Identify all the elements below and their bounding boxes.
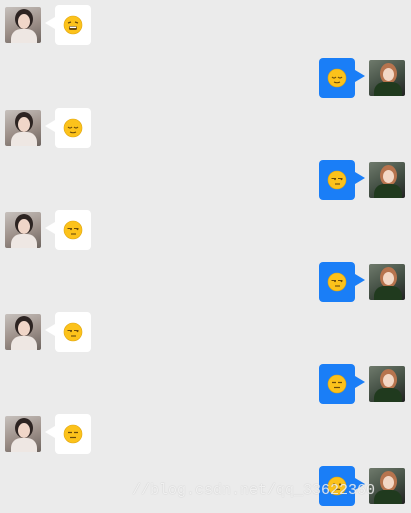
- bubble-tail: [45, 222, 55, 234]
- message-row-incoming: [0, 312, 411, 352]
- expressionless-face-emoji: [63, 424, 83, 444]
- relieved-face-emoji: [63, 118, 83, 138]
- bubble-tail: [355, 172, 365, 184]
- bubble-tail: [45, 17, 55, 29]
- message-row-outgoing: [0, 262, 411, 302]
- message-bubble[interactable]: [55, 210, 91, 250]
- message-row-incoming: [0, 210, 411, 250]
- message-bubble[interactable]: [55, 108, 91, 148]
- message-bubble[interactable]: [319, 160, 355, 200]
- message-bubble[interactable]: [319, 262, 355, 302]
- weary-face-emoji: [63, 15, 83, 35]
- expressionless-face-emoji: [327, 374, 347, 394]
- user-avatar[interactable]: [369, 264, 405, 300]
- bubble-tail: [45, 120, 55, 132]
- relieved-face-emoji: [327, 68, 347, 88]
- message-row-incoming: [0, 414, 411, 454]
- unamused-face-emoji: [327, 170, 347, 190]
- contact-avatar[interactable]: [5, 416, 41, 452]
- message-row-outgoing: [0, 58, 411, 98]
- contact-avatar[interactable]: [5, 314, 41, 350]
- unamused-face-emoji: [63, 220, 83, 240]
- message-bubble[interactable]: [55, 312, 91, 352]
- unamused-face-emoji: [63, 322, 83, 342]
- message-bubble[interactable]: [55, 5, 91, 45]
- contact-avatar[interactable]: [5, 110, 41, 146]
- unamused-face-emoji: [327, 272, 347, 292]
- user-avatar[interactable]: [369, 60, 405, 96]
- user-avatar[interactable]: [369, 366, 405, 402]
- message-row-incoming: [0, 108, 411, 148]
- watermark-text: //blog.csdn.net/qq_33622360: [132, 482, 376, 499]
- message-row-outgoing: [0, 160, 411, 200]
- bubble-tail: [355, 274, 365, 286]
- contact-avatar[interactable]: [5, 7, 41, 43]
- user-avatar[interactable]: [369, 162, 405, 198]
- bubble-tail: [45, 324, 55, 336]
- chat-message-list[interactable]: [0, 0, 411, 513]
- message-row-outgoing: [0, 364, 411, 404]
- message-bubble[interactable]: [55, 414, 91, 454]
- contact-avatar[interactable]: [5, 212, 41, 248]
- bubble-tail: [355, 70, 365, 82]
- bubble-tail: [355, 376, 365, 388]
- bubble-tail: [45, 426, 55, 438]
- message-row-incoming: [0, 5, 411, 45]
- message-bubble[interactable]: [319, 58, 355, 98]
- message-bubble[interactable]: [319, 364, 355, 404]
